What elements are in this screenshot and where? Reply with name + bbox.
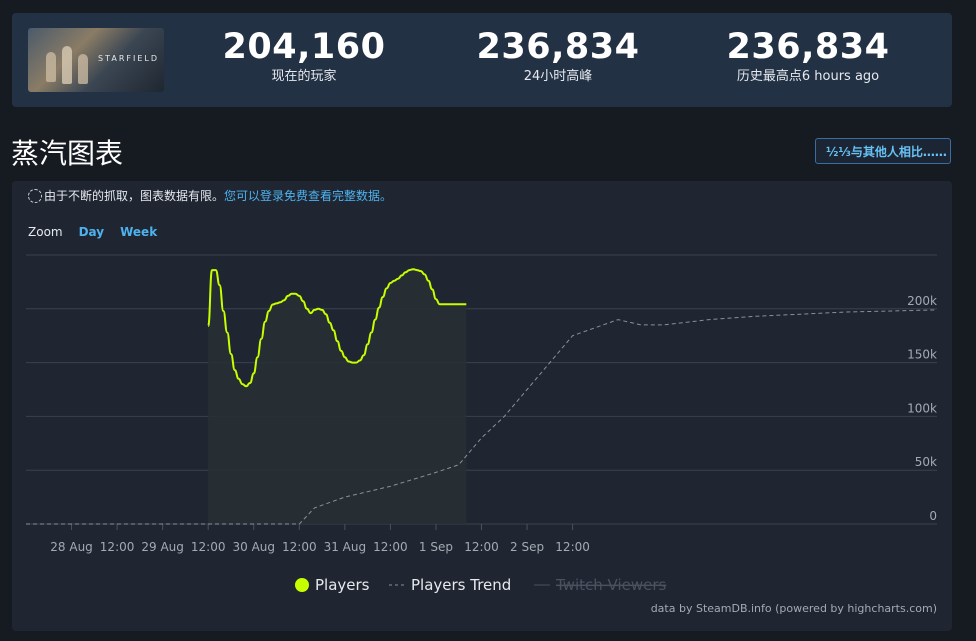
peak-24h-label: 24小时高峰 [523,69,593,84]
stat-24h-peak: 236,834 24小时高峰 [458,27,658,85]
x-tick-label: 12:00 [464,540,499,554]
x-tick-label: 28 Aug [50,540,93,554]
stat-current-players: 204,160 现在的玩家 [204,27,404,85]
y-tick-label: 150k [907,348,937,362]
game-cover-image[interactable]: STARFIELD [28,28,164,92]
x-tick-label: 12:00 [282,540,317,554]
x-tick-label: 30 Aug [232,540,275,554]
player-chart[interactable]: 0 50k 100k 150k 200k 28 Aug 12:00 29 Aug 12:00 3… [12,181,952,631]
legend-twitch-label[interactable]: Twitch Viewers [555,576,667,594]
current-players-label: 现在的玩家 [271,69,337,84]
stats-panel: STARFIELD 204,160 现在的玩家 236,834 24小时高峰 2… [12,13,952,107]
game-logo-text: STARFIELD [98,54,160,63]
stat-alltime-peak: 236,834 历史最高点6 hours ago [708,27,908,85]
y-tick-label: 50k [915,455,937,469]
players-trend-line[interactable] [26,309,938,525]
chart-panel: 由于不断的抓取，图表数据有限。您可以登录免费查看完整数据。 Zoom Day Wee… [12,181,952,631]
chart-credit[interactable]: data by SteamDB.info (powered by highcha… [651,602,937,615]
alltime-peak-label: 历史最高点6 hours ago [736,69,880,84]
peak-24h-value: 236,834 [476,27,640,67]
y-tick-label: 100k [907,401,937,415]
legend-trend-label[interactable]: Players Trend [411,576,511,594]
legend-players-label[interactable]: Players [315,576,370,594]
x-tick-label: 31 Aug [324,540,367,554]
page-title: 蒸汽图表 [11,137,124,170]
x-tick-label: 12:00 [100,540,135,554]
x-tick-label: 12:00 [555,540,590,554]
compare-button[interactable]: ½⅓与其他人相比…… [815,138,951,164]
current-players-value: 204,160 [222,27,386,67]
legend-players-marker[interactable] [295,578,309,592]
x-tick-label: 12:00 [373,540,408,554]
x-tick-label: 1 Sep [419,540,453,554]
y-tick-label: 0 [929,509,937,523]
y-tick-label: 200k [907,294,937,308]
alltime-peak-value: 236,834 [726,27,890,67]
x-tick-label: 2 Sep [510,540,544,554]
x-tick-label: 12:00 [191,540,226,554]
x-tick-label: 29 Aug [141,540,184,554]
players-area [208,269,467,524]
